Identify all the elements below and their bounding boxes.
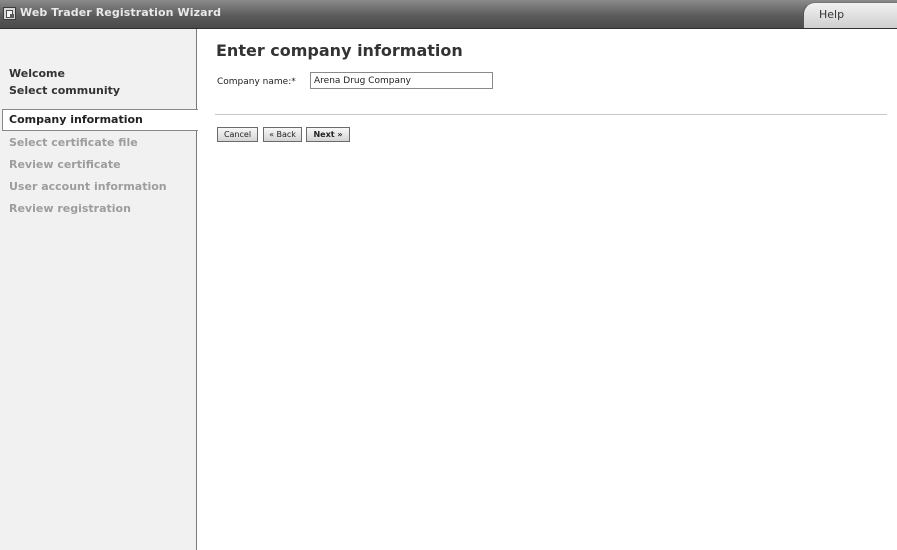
wizard-window: Web Trader Registration Wizard Help Welc… — [0, 0, 897, 550]
step-company-information-current: Company information — [2, 109, 198, 131]
required-marker: * — [291, 77, 296, 87]
step-welcome[interactable]: Welcome — [9, 67, 65, 80]
window-title: Web Trader Registration Wizard — [20, 6, 222, 19]
step-review-certificate: Review certificate — [9, 158, 121, 171]
current-step-label: Company information — [9, 113, 143, 126]
company-name-input[interactable] — [310, 72, 493, 89]
page-title: Enter company information — [216, 41, 463, 60]
step-select-certificate-file: Select certificate file — [9, 136, 138, 149]
help-button[interactable]: Help — [803, 2, 897, 28]
step-review-registration: Review registration — [9, 202, 131, 215]
step-user-account-information: User account information — [9, 180, 167, 193]
step-select-community[interactable]: Select community — [9, 84, 120, 97]
help-label: Help — [819, 8, 845, 21]
next-button[interactable]: Next » — [306, 127, 350, 142]
cancel-button[interactable]: Cancel — [217, 127, 258, 142]
wizard-steps-sidebar: Welcome Select community Company informa… — [0, 29, 198, 550]
title-bar: Web Trader Registration Wizard Help — [0, 0, 897, 29]
company-name-label: Company name:* — [217, 77, 296, 87]
app-window-icon — [3, 7, 16, 20]
back-button[interactable]: « Back — [263, 127, 302, 142]
company-name-label-text: Company name: — [217, 77, 292, 87]
divider — [215, 114, 887, 115]
